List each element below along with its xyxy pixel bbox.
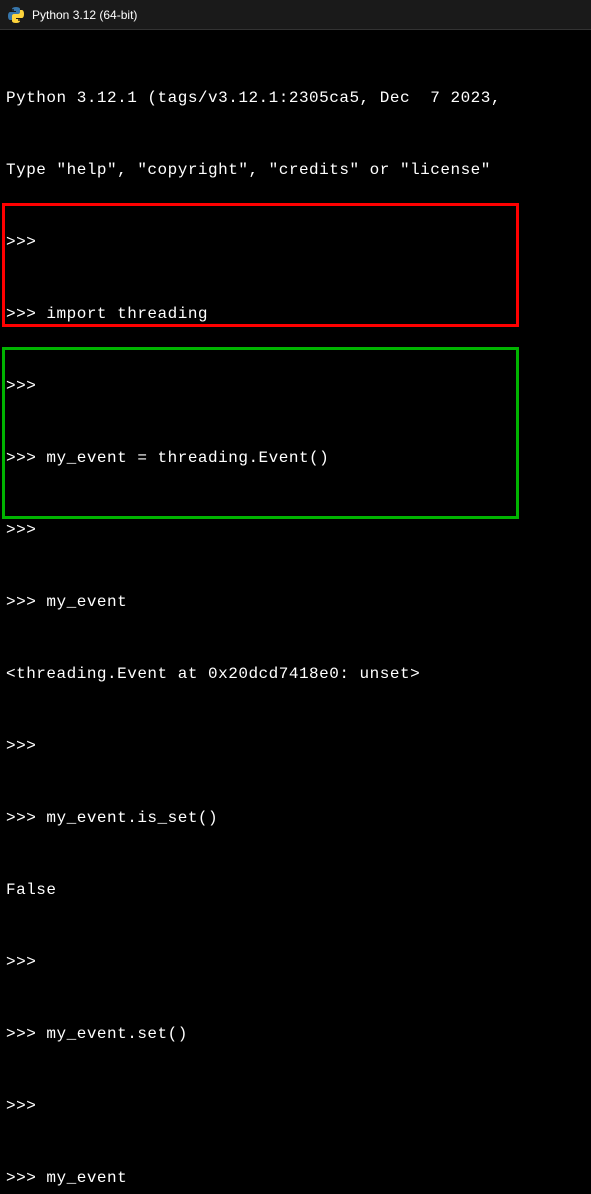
terminal-line: >>> my_event.set() xyxy=(6,1022,585,1046)
terminal-line: Python 3.12.1 (tags/v3.12.1:2305ca5, Dec… xyxy=(6,86,585,110)
terminal-line: >>> xyxy=(6,518,585,542)
highlight-green-box xyxy=(2,347,519,519)
terminal-line: Type "help", "copyright", "credits" or "… xyxy=(6,158,585,182)
terminal-line: >>> my_event xyxy=(6,590,585,614)
terminal-line: >>> my_event = threading.Event() xyxy=(6,446,585,470)
terminal-output[interactable]: Python 3.12.1 (tags/v3.12.1:2305ca5, Dec… xyxy=(0,30,591,1194)
window-title-bar: Python 3.12 (64-bit) xyxy=(0,0,591,30)
terminal-line: >>> xyxy=(6,734,585,758)
terminal-line: >>> xyxy=(6,950,585,974)
terminal-line: >>> my_event.is_set() xyxy=(6,806,585,830)
terminal-line: >>> import threading xyxy=(6,302,585,326)
terminal-line: >>> xyxy=(6,230,585,254)
window-title: Python 3.12 (64-bit) xyxy=(32,8,137,22)
python-icon xyxy=(8,7,24,23)
terminal-line: <threading.Event at 0x20dcd7418e0: unset… xyxy=(6,662,585,686)
terminal-line: False xyxy=(6,878,585,902)
terminal-line: >>> xyxy=(6,1094,585,1118)
terminal-line: >>> my_event xyxy=(6,1166,585,1190)
terminal-line: >>> xyxy=(6,374,585,398)
